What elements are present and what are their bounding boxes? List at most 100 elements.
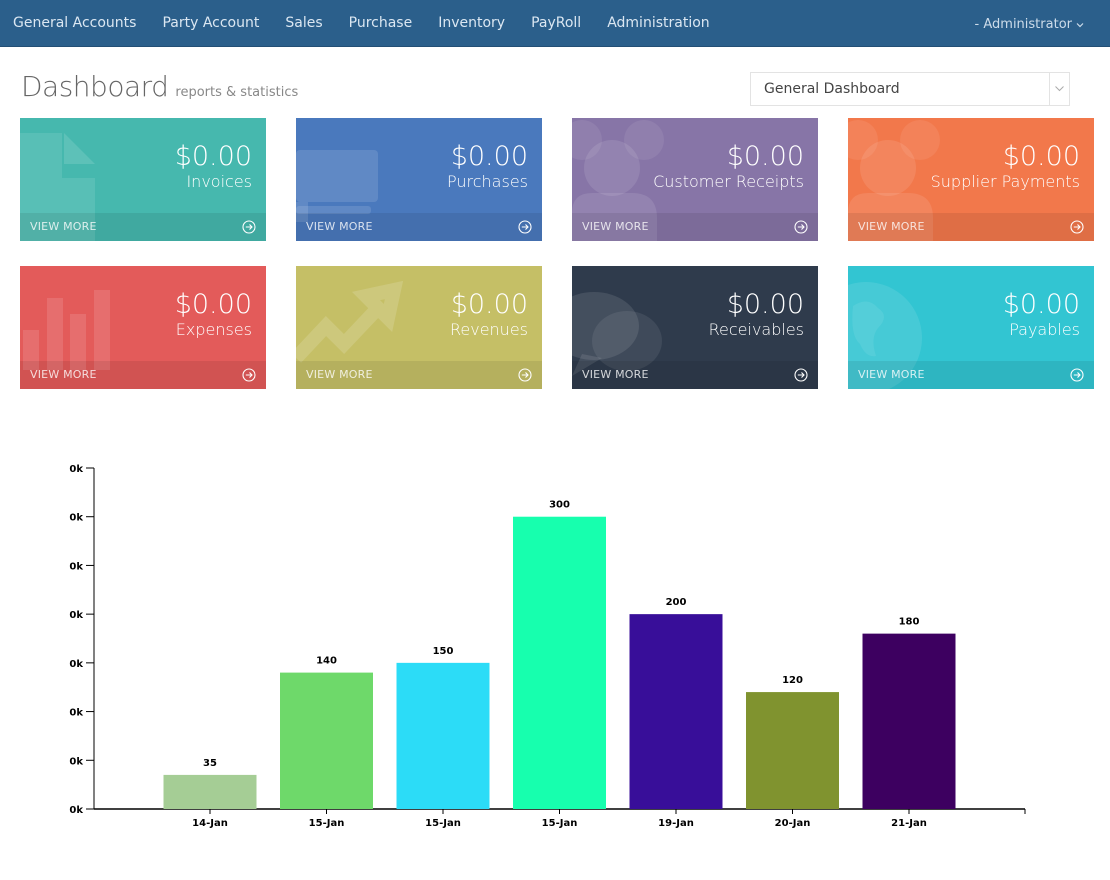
- tile-receivables[interactable]: $0.00 Receivables VIEW MORE: [572, 266, 818, 389]
- tile-label: Purchases: [447, 172, 528, 191]
- x-tick-label: 15-Jan: [425, 818, 461, 829]
- view-more-link[interactable]: VIEW MORE: [572, 213, 818, 241]
- tile-amount: $0.00: [174, 141, 252, 172]
- tile-label: Expenses: [175, 320, 252, 339]
- top-navbar: General Accounts Party Account Sales Pur…: [0, 0, 1110, 47]
- view-more-label: VIEW MORE: [306, 368, 373, 381]
- x-tick-label: 15-Jan: [309, 818, 345, 829]
- tile-purchases[interactable]: $0.00 Purchases VIEW MORE: [296, 118, 542, 241]
- view-more-link[interactable]: VIEW MORE: [848, 213, 1094, 241]
- tile-payables[interactable]: $0.00 Payables VIEW MORE: [848, 266, 1094, 389]
- dashboard-select-toggle[interactable]: [1049, 73, 1069, 105]
- bar: [280, 672, 373, 809]
- arrow-circle-right-icon: [242, 368, 256, 382]
- tile-label: Invoices: [186, 172, 252, 191]
- bar: [513, 516, 606, 809]
- user-name: - Administrator: [974, 17, 1072, 32]
- view-more-link[interactable]: VIEW MORE: [296, 361, 542, 389]
- x-tick-label: 20-Jan: [775, 818, 811, 829]
- bar-chart: 0k 0k 0k 0k 0k 0k 0k 0k 14-Jan 15-Jan 15-Jan 15-Ja…: [0, 440, 1110, 860]
- bars: 35 140 150 300 200 120 180: [163, 500, 956, 809]
- chevron-down-icon: [1055, 86, 1064, 92]
- tile-supplier-payments[interactable]: $0.00 Supplier Payments VIEW MORE: [848, 118, 1094, 241]
- arrow-circle-right-icon: [518, 220, 532, 234]
- bar-data-label: 35: [203, 758, 217, 769]
- arrow-circle-right-icon: [794, 220, 808, 234]
- bar-data-label: 180: [899, 617, 920, 628]
- chevron-down-icon: [1076, 22, 1084, 27]
- y-tick-label: 0k: [69, 610, 83, 621]
- view-more-link[interactable]: VIEW MORE: [848, 361, 1094, 389]
- nav-sales[interactable]: Sales: [272, 0, 335, 47]
- tile-label: Revenues: [449, 320, 528, 339]
- x-tick-label: 14-Jan: [192, 818, 228, 829]
- view-more-label: VIEW MORE: [306, 220, 373, 233]
- bar-data-label: 150: [433, 646, 454, 657]
- bar-data-label: 120: [782, 675, 803, 686]
- tile-amount: $0.00: [450, 289, 528, 320]
- view-more-label: VIEW MORE: [30, 368, 97, 381]
- arrow-circle-right-icon: [242, 220, 256, 234]
- x-tick-label: 19-Jan: [658, 818, 694, 829]
- tile-amount: $0.00: [174, 289, 252, 320]
- y-tick-label: 0k: [69, 708, 83, 719]
- view-more-link[interactable]: VIEW MORE: [572, 361, 818, 389]
- nav-general-accounts[interactable]: General Accounts: [0, 0, 149, 47]
- arrow-circle-right-icon: [1070, 220, 1084, 234]
- bar-data-label: 300: [549, 500, 570, 511]
- tile-expenses[interactable]: $0.00 Expenses VIEW MORE: [20, 266, 266, 389]
- bar: [862, 633, 956, 809]
- tile-amount: $0.00: [1002, 141, 1080, 172]
- bar: [163, 774, 257, 809]
- y-tick-label: 0k: [69, 464, 83, 475]
- tile-revenues[interactable]: $0.00 Revenues VIEW MORE: [296, 266, 542, 389]
- arrow-circle-right-icon: [518, 368, 532, 382]
- dashboard-select-value: General Dashboard: [764, 81, 900, 97]
- tile-amount: $0.00: [726, 141, 804, 172]
- view-more-label: VIEW MORE: [582, 368, 649, 381]
- view-more-link[interactable]: VIEW MORE: [20, 213, 266, 241]
- nav-administration[interactable]: Administration: [594, 0, 722, 47]
- arrow-circle-right-icon: [1070, 368, 1084, 382]
- tile-customer-receipts[interactable]: $0.00 Customer Receipts VIEW MORE: [572, 118, 818, 241]
- x-tick-label: 15-Jan: [542, 818, 578, 829]
- tile-label: Supplier Payments: [930, 172, 1080, 191]
- tile-invoices[interactable]: $0.00 Invoices VIEW MORE: [20, 118, 266, 241]
- y-tick-label: 0k: [69, 561, 83, 572]
- view-more-label: VIEW MORE: [582, 220, 649, 233]
- view-more-label: VIEW MORE: [858, 220, 925, 233]
- arrow-circle-right-icon: [794, 368, 808, 382]
- dashboard-select[interactable]: General Dashboard: [750, 72, 1070, 106]
- tile-label: Receivables: [708, 320, 804, 339]
- page-subtitle: reports & statistics: [175, 85, 299, 100]
- page-title: Dashboard: [21, 70, 169, 103]
- user-menu[interactable]: - Administrator: [975, 0, 1084, 49]
- bar: [629, 614, 723, 809]
- nav-inventory[interactable]: Inventory: [425, 0, 518, 47]
- tile-label: Customer Receipts: [653, 172, 804, 191]
- bar-data-label: 200: [666, 597, 687, 608]
- nav-purchase[interactable]: Purchase: [336, 0, 426, 47]
- y-axis: 0k 0k 0k 0k 0k 0k 0k 0k: [69, 464, 95, 816]
- y-tick-label: 0k: [69, 659, 83, 670]
- x-axis: 14-Jan 15-Jan 15-Jan 15-Jan 19-Jan 20-Jan 21-J…: [94, 808, 1026, 829]
- main-nav: General Accounts Party Account Sales Pur…: [0, 0, 723, 47]
- view-more-link[interactable]: VIEW MORE: [296, 213, 542, 241]
- bar: [396, 662, 490, 809]
- tile-amount: $0.00: [450, 141, 528, 172]
- view-more-label: VIEW MORE: [858, 368, 925, 381]
- nav-payroll[interactable]: PayRoll: [518, 0, 594, 47]
- view-more-link[interactable]: VIEW MORE: [20, 361, 266, 389]
- page-header: Dashboard reports & statistics: [21, 70, 298, 103]
- view-more-label: VIEW MORE: [30, 220, 97, 233]
- y-tick-label: 0k: [69, 513, 83, 524]
- y-tick-label: 0k: [69, 805, 83, 816]
- bar-data-label: 140: [316, 656, 337, 667]
- y-tick-label: 0k: [69, 756, 83, 767]
- nav-party-account[interactable]: Party Account: [149, 0, 272, 47]
- bar: [746, 692, 839, 809]
- tile-label: Payables: [1009, 320, 1080, 339]
- tile-amount: $0.00: [726, 289, 804, 320]
- tile-amount: $0.00: [1002, 289, 1080, 320]
- bar-chart-svg: 0k 0k 0k 0k 0k 0k 0k 0k 14-Jan 15-Jan 15-Jan 15-Ja…: [69, 464, 1026, 829]
